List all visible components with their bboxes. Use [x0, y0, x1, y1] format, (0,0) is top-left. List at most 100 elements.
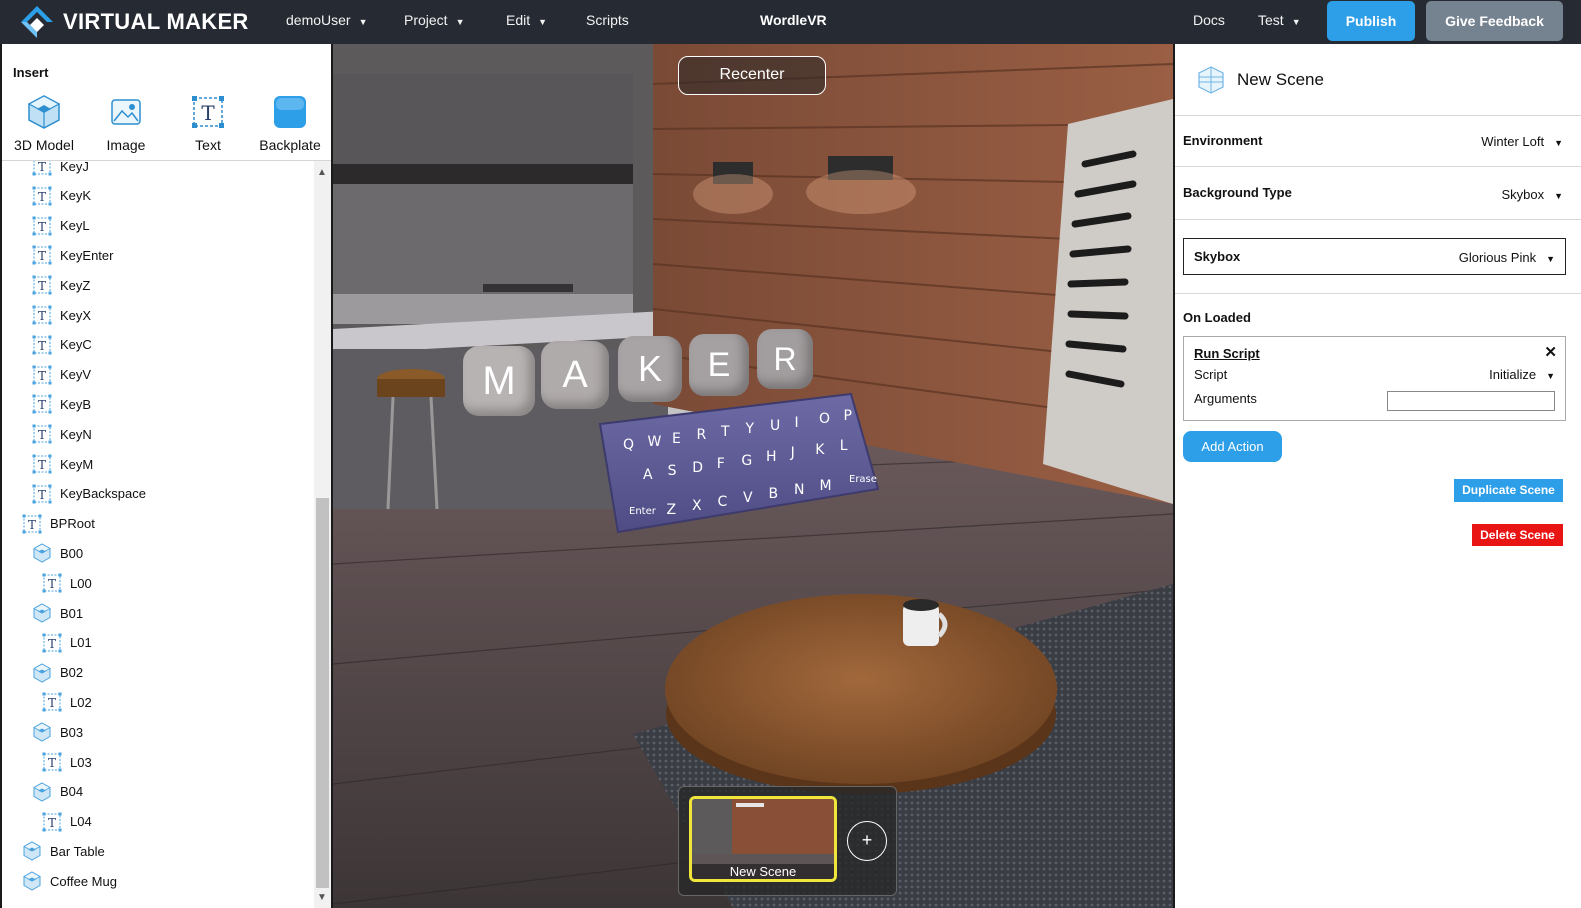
insert-image-label: Image — [106, 137, 146, 153]
test-menu[interactable]: Test ▼ — [1258, 12, 1301, 28]
keyboard-key[interactable]: R — [697, 427, 707, 443]
tree-item[interactable]: T KeyZ — [32, 274, 90, 296]
tree-item[interactable]: T L04 — [42, 811, 92, 833]
background-type-select[interactable]: Skybox ▼ — [1501, 187, 1563, 202]
keyboard-key[interactable]: U — [770, 418, 780, 434]
delete-scene-button[interactable]: Delete Scene — [1472, 524, 1563, 546]
tree-item[interactable]: B04 — [32, 781, 83, 803]
keyboard-key[interactable]: S — [668, 463, 677, 479]
text-object-icon: T — [32, 245, 52, 265]
tree-item[interactable]: Coffee Mug — [22, 870, 117, 892]
tree-item[interactable]: T KeyB — [32, 393, 91, 415]
tree-item[interactable]: T KeyEnter — [32, 244, 113, 266]
tree-item[interactable]: Bar Table — [22, 840, 105, 862]
project-menu[interactable]: Project ▼ — [404, 12, 465, 28]
text-object-icon: T — [32, 186, 52, 206]
insert-text-button[interactable]: T Text — [168, 94, 248, 153]
script-select[interactable]: Initialize ▼ — [1489, 367, 1555, 382]
svg-text:T: T — [38, 428, 46, 442]
tree-item-label: Bar Table — [50, 843, 105, 859]
scene-viewport[interactable]: M A K E R Q W E R T Y U I O P A S D F G H J K L Enter Z X C V B N… — [333, 44, 1173, 908]
insert-backplate-button[interactable]: Backplate — [250, 94, 330, 153]
insert-image-button[interactable]: Image — [86, 94, 166, 153]
keyboard-key[interactable]: A — [643, 467, 653, 483]
tree-item[interactable]: T KeyK — [32, 185, 91, 207]
keyboard-key[interactable]: K — [815, 442, 824, 458]
keyboard-key[interactable]: B — [769, 486, 779, 502]
action-title[interactable]: Run Script — [1194, 346, 1260, 361]
tree-item[interactable]: B02 — [32, 662, 83, 684]
letter-tile[interactable]: A — [541, 341, 609, 409]
edit-menu[interactable]: Edit ▼ — [506, 12, 547, 28]
tree-item[interactable]: T KeyN — [32, 423, 92, 445]
tree-scrollbar[interactable]: ▲ ▼ — [314, 161, 331, 908]
docs-link[interactable]: Docs — [1193, 12, 1225, 28]
tree-item[interactable]: T KeyV — [32, 364, 91, 386]
tree-item[interactable]: T KeyL — [32, 215, 90, 237]
skybox-select[interactable]: Skybox Glorious Pink ▼ — [1183, 238, 1566, 275]
arguments-input[interactable] — [1387, 391, 1555, 411]
tree-item[interactable]: T KeyC — [32, 334, 92, 356]
keyboard-key[interactable]: Q — [623, 437, 634, 453]
background-type-label: Background Type — [1183, 185, 1292, 200]
keyboard-key[interactable]: N — [794, 482, 804, 498]
scroll-down-icon[interactable]: ▼ — [317, 892, 327, 903]
keyboard-key[interactable]: X — [692, 498, 702, 514]
tree-item[interactable]: T KeyX — [32, 304, 91, 326]
tree-item[interactable]: T KeyM — [32, 453, 93, 475]
keyboard-key[interactable]: E — [672, 431, 681, 447]
insert-heading: Insert — [13, 65, 49, 80]
tree-item[interactable]: T L01 — [42, 632, 92, 654]
keyboard-key[interactable]: Enter — [629, 506, 656, 517]
close-icon[interactable]: ✕ — [1544, 343, 1557, 361]
keyboard-key[interactable]: O — [819, 411, 830, 427]
duplicate-scene-button[interactable]: Duplicate Scene — [1454, 479, 1563, 502]
keyboard-key[interactable]: I — [795, 415, 799, 431]
svg-text:T: T — [38, 458, 46, 472]
on-loaded-label: On Loaded — [1183, 310, 1251, 325]
add-action-button[interactable]: Add Action — [1183, 431, 1282, 462]
scripts-menu[interactable]: Scripts — [586, 12, 629, 28]
tree-item[interactable]: B00 — [32, 542, 83, 564]
keyboard-key[interactable]: C — [718, 494, 728, 510]
letter-tile[interactable]: K — [618, 336, 682, 402]
add-scene-button[interactable]: + — [847, 821, 887, 861]
scene-thumbnail[interactable]: New Scene — [689, 796, 837, 882]
keyboard-key[interactable]: Erase — [849, 474, 877, 485]
keyboard-key[interactable]: W — [648, 434, 662, 450]
tree-item[interactable]: T KeyJ — [32, 161, 89, 177]
keyboard-key[interactable]: V — [743, 490, 753, 506]
scrollbar-thumb[interactable] — [316, 498, 329, 888]
letter-tile[interactable]: M — [463, 346, 535, 416]
letter-tile[interactable]: E — [689, 334, 749, 396]
keyboard-key[interactable]: G — [741, 453, 752, 469]
keyboard-key[interactable]: M — [820, 478, 832, 494]
user-menu[interactable]: demoUser ▼ — [286, 12, 368, 28]
keyboard-key[interactable]: Y — [746, 421, 755, 437]
publish-button[interactable]: Publish — [1327, 1, 1415, 41]
scroll-up-icon[interactable]: ▲ — [317, 167, 327, 178]
letter-tile[interactable]: R — [757, 329, 813, 389]
keyboard-key[interactable]: F — [717, 456, 725, 472]
tree-item[interactable]: B03 — [32, 721, 83, 743]
tree-item[interactable]: T L00 — [42, 572, 92, 594]
keyboard-key[interactable]: Z — [667, 502, 677, 518]
tree-item[interactable]: T L02 — [42, 691, 92, 713]
keyboard-key[interactable]: T — [721, 424, 730, 440]
keyboard-key[interactable]: L — [840, 438, 848, 454]
environment-select[interactable]: Winter Loft ▼ — [1481, 134, 1563, 149]
recenter-button[interactable]: Recenter — [678, 56, 826, 95]
scene-name[interactable]: New Scene — [1237, 70, 1324, 90]
tree-item[interactable]: T BPRoot — [22, 513, 95, 535]
keyboard-key[interactable]: D — [692, 460, 703, 476]
insert-3d-model-button[interactable]: 3D Model — [4, 94, 84, 153]
virtual-maker-logo-icon[interactable] — [20, 5, 54, 39]
give-feedback-button[interactable]: Give Feedback — [1426, 1, 1563, 41]
keyboard-key[interactable]: P — [844, 408, 852, 424]
tree-item[interactable]: T L03 — [42, 751, 92, 773]
keyboard-key[interactable]: H — [766, 449, 777, 465]
tree-item[interactable]: B01 — [32, 602, 83, 624]
3d-scene-render[interactable] — [333, 44, 1173, 908]
keyboard-key[interactable]: J — [791, 445, 795, 461]
tree-item[interactable]: T KeyBackspace — [32, 483, 146, 505]
